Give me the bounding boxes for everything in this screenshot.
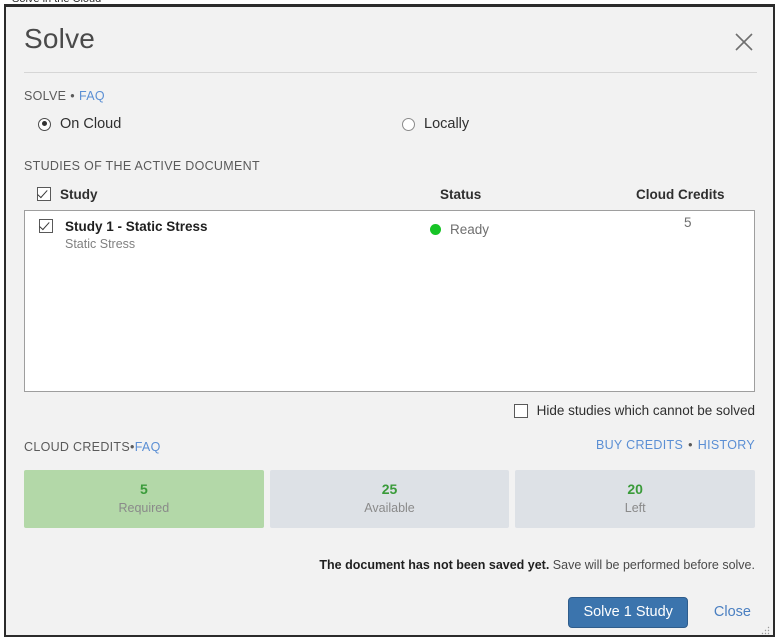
study-row-credits: 5: [684, 215, 692, 230]
solve-label-text: SOLVE: [24, 89, 66, 103]
page-title: Solve: [24, 23, 95, 55]
dialog-body: SOLVE • FAQ On Cloud Locally STUDIES OF TH…: [6, 73, 773, 589]
status-badge-label: Ready: [450, 222, 489, 237]
studies-table-header: Study Status Cloud Credits: [24, 183, 755, 205]
column-header-study: Study: [60, 187, 98, 202]
screen-root: Solve in the Cloud Solve SOLVE•FAQ: [0, 0, 780, 643]
save-warning-bold: The document has not been saved yet.: [319, 558, 549, 572]
solve-target-radio-group: On Cloud Locally: [24, 113, 755, 135]
studies-list[interactable]: Study 1 - Static Stress Static Stress Re…: [24, 210, 755, 392]
radio-locally-label: Locally: [424, 116, 469, 132]
column-header-cloud-credits: Cloud Credits: [636, 187, 725, 202]
credit-available-label: Available: [364, 500, 415, 517]
solve-button[interactable]: Solve 1 Study: [568, 597, 687, 628]
credit-required-value: 5: [140, 481, 148, 498]
radio-locally[interactable]: Locally: [402, 116, 469, 132]
credits-header-links: BUY CREDITS • HISTORY: [596, 438, 755, 452]
credit-left-label: Left: [625, 500, 646, 517]
table-row[interactable]: Study 1 - Static Stress Static Stress Re…: [25, 211, 754, 259]
save-warning-rest: Save will be performed before solve.: [549, 558, 755, 572]
solve-dialog: Solve SOLVE • FAQ On Cloud: [4, 4, 775, 637]
study-row-texts: Study 1 - Static Stress Static Stress: [65, 219, 208, 252]
credits-section-label: CLOUD CREDITS•FAQ: [24, 440, 161, 454]
credit-card-left: 20 Left: [515, 470, 755, 528]
history-link[interactable]: HISTORY: [698, 438, 755, 452]
radio-on-cloud-label: On Cloud: [60, 116, 121, 132]
credits-faq-link[interactable]: FAQ: [135, 440, 161, 454]
status-badge: Ready: [430, 222, 489, 237]
dialog-header: Solve: [6, 7, 773, 73]
credits-label-text: CLOUD CREDITS: [24, 440, 130, 454]
radio-on-cloud-mark: [38, 118, 51, 131]
select-all-studies-checkbox[interactable]: [37, 187, 51, 201]
credits-header-row: CLOUD CREDITS•FAQ BUY CREDITS • HISTORY: [24, 438, 755, 456]
radio-on-cloud[interactable]: On Cloud: [38, 116, 121, 132]
solve-label-separator: •: [70, 89, 75, 103]
resize-grip[interactable]: [760, 622, 770, 632]
close-icon[interactable]: [731, 29, 757, 55]
dialog-footer: Solve 1 Study Close: [6, 589, 773, 635]
credits-links-separator: •: [688, 438, 693, 452]
credit-card-required: 5 Required: [24, 470, 264, 528]
buy-credits-link[interactable]: BUY CREDITS: [596, 438, 683, 452]
column-header-status: Status: [440, 187, 481, 202]
credit-card-available: 25 Available: [270, 470, 510, 528]
hide-unsolvable-row[interactable]: Hide studies which cannot be solved: [24, 403, 755, 418]
credit-left-value: 20: [627, 481, 643, 498]
hide-unsolvable-checkbox[interactable]: [514, 404, 528, 418]
solve-faq-link[interactable]: FAQ: [79, 89, 105, 103]
credit-cards: 5 Required 25 Available 20 Left: [24, 470, 755, 528]
studies-section-label: STUDIES OF THE ACTIVE DOCUMENT: [24, 159, 755, 173]
solve-section-label: SOLVE • FAQ: [24, 89, 755, 103]
credit-required-label: Required: [118, 500, 169, 517]
study-row-checkbox[interactable]: [39, 219, 53, 233]
credit-available-value: 25: [382, 481, 398, 498]
study-row-name: Study 1 - Static Stress: [65, 219, 208, 234]
save-warning-note: The document has not been saved yet. Sav…: [24, 558, 755, 572]
hide-unsolvable-label: Hide studies which cannot be solved: [537, 403, 755, 418]
status-dot-icon: [430, 224, 441, 235]
study-row-type: Static Stress: [65, 236, 208, 252]
radio-locally-mark: [402, 118, 415, 131]
close-button[interactable]: Close: [710, 602, 755, 622]
